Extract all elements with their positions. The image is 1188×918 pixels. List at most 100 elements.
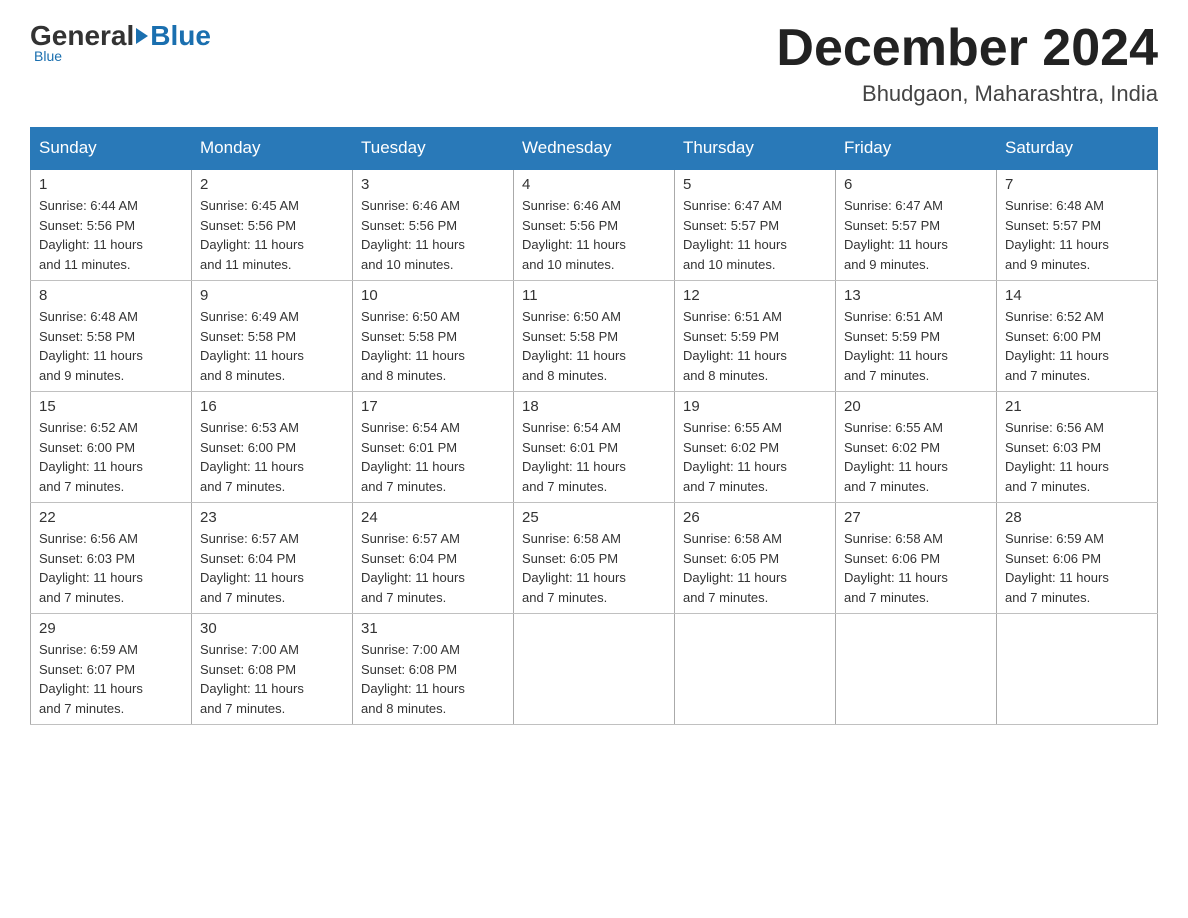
day-info: Sunrise: 6:47 AMSunset: 5:57 PMDaylight:… [683,196,827,274]
calendar-cell: 19Sunrise: 6:55 AMSunset: 6:02 PMDayligh… [675,392,836,503]
header-tuesday: Tuesday [353,128,514,170]
day-number: 12 [683,287,827,304]
calendar-cell: 7 Sunrise: 6:48 AMSunset: 5:57 PMDaylight… [997,169,1158,281]
title-block: December 2024 Bhudgaon, Maharashtra, Ind… [776,20,1158,107]
day-info: Sunrise: 6:46 AMSunset: 5:56 PMDaylight:… [361,196,505,274]
header-thursday: Thursday [675,128,836,170]
day-number: 30 [200,620,344,637]
day-info: Sunrise: 6:59 AMSunset: 6:06 PMDaylight:… [1005,529,1149,607]
header-sunday: Sunday [31,128,192,170]
calendar-cell: 23Sunrise: 6:57 AMSunset: 6:04 PMDayligh… [192,503,353,614]
calendar-table: SundayMondayTuesdayWednesdayThursdayFrid… [30,127,1158,725]
calendar-cell: 13 Sunrise: 6:51 AMSunset: 5:59 PMDayligh… [836,281,997,392]
day-info: Sunrise: 6:52 AMSunset: 6:00 PMDaylight:… [1005,307,1149,385]
logo-arrow-icon [136,28,148,44]
day-number: 10 [361,287,505,304]
calendar-cell: 2Sunrise: 6:45 AMSunset: 5:56 PMDaylight… [192,169,353,281]
calendar-header-row: SundayMondayTuesdayWednesdayThursdayFrid… [31,128,1158,170]
calendar-cell: 15 Sunrise: 6:52 AMSunset: 6:00 PMDayligh… [31,392,192,503]
day-info: Sunrise: 6:51 AMSunset: 5:59 PMDaylight:… [683,307,827,385]
day-info: Sunrise: 6:50 AMSunset: 5:58 PMDaylight:… [361,307,505,385]
logo: General Blue Blue [30,20,211,64]
day-info: Sunrise: 6:59 AMSunset: 6:07 PMDaylight:… [39,640,183,718]
calendar-cell: 14 Sunrise: 6:52 AMSunset: 6:00 PMDayligh… [997,281,1158,392]
calendar-cell [836,614,997,725]
day-info: Sunrise: 6:52 AMSunset: 6:00 PMDaylight:… [39,418,183,496]
day-number: 28 [1005,509,1149,526]
calendar-cell: 21 Sunrise: 6:56 AMSunset: 6:03 PMDayligh… [997,392,1158,503]
day-info: Sunrise: 6:51 AMSunset: 5:59 PMDaylight:… [844,307,988,385]
day-number: 4 [522,176,666,193]
calendar-cell [675,614,836,725]
calendar-cell: 8Sunrise: 6:48 AMSunset: 5:58 PMDaylight… [31,281,192,392]
day-number: 6 [844,176,988,193]
calendar-cell: 12 Sunrise: 6:51 AMSunset: 5:59 PMDayligh… [675,281,836,392]
day-number: 29 [39,620,183,637]
day-info: Sunrise: 6:53 AMSunset: 6:00 PMDaylight:… [200,418,344,496]
calendar-cell: 4Sunrise: 6:46 AMSunset: 5:56 PMDaylight… [514,169,675,281]
day-info: Sunrise: 7:00 AMSunset: 6:08 PMDaylight:… [200,640,344,718]
day-info: Sunrise: 6:58 AMSunset: 6:06 PMDaylight:… [844,529,988,607]
calendar-cell: 24Sunrise: 6:57 AMSunset: 6:04 PMDayligh… [353,503,514,614]
day-number: 11 [522,287,666,304]
calendar-cell: 16Sunrise: 6:53 AMSunset: 6:00 PMDayligh… [192,392,353,503]
day-info: Sunrise: 6:55 AMSunset: 6:02 PMDaylight:… [844,418,988,496]
day-number: 13 [844,287,988,304]
header-friday: Friday [836,128,997,170]
day-number: 31 [361,620,505,637]
day-info: Sunrise: 6:56 AMSunset: 6:03 PMDaylight:… [1005,418,1149,496]
day-number: 14 [1005,287,1149,304]
day-info: Sunrise: 6:44 AMSunset: 5:56 PMDaylight:… [39,196,183,274]
day-info: Sunrise: 6:56 AMSunset: 6:03 PMDaylight:… [39,529,183,607]
day-number: 22 [39,509,183,526]
day-number: 7 [1005,176,1149,193]
calendar-cell: 3 Sunrise: 6:46 AMSunset: 5:56 PMDaylight… [353,169,514,281]
calendar-cell: 5Sunrise: 6:47 AMSunset: 5:57 PMDaylight… [675,169,836,281]
calendar-week-2: 8Sunrise: 6:48 AMSunset: 5:58 PMDaylight… [31,281,1158,392]
day-number: 3 [361,176,505,193]
day-number: 23 [200,509,344,526]
header-saturday: Saturday [997,128,1158,170]
calendar-cell: 26Sunrise: 6:58 AMSunset: 6:05 PMDayligh… [675,503,836,614]
day-number: 25 [522,509,666,526]
day-number: 18 [522,398,666,415]
day-number: 20 [844,398,988,415]
calendar-cell: 1 Sunrise: 6:44 AMSunset: 5:56 PMDaylight… [31,169,192,281]
calendar-cell: 28 Sunrise: 6:59 AMSunset: 6:06 PMDayligh… [997,503,1158,614]
day-info: Sunrise: 6:49 AMSunset: 5:58 PMDaylight:… [200,307,344,385]
day-info: Sunrise: 6:50 AMSunset: 5:58 PMDaylight:… [522,307,666,385]
day-number: 17 [361,398,505,415]
calendar-cell [997,614,1158,725]
calendar-cell: 27Sunrise: 6:58 AMSunset: 6:06 PMDayligh… [836,503,997,614]
logo-blue-text: Blue [150,20,211,52]
calendar-cell: 11 Sunrise: 6:50 AMSunset: 5:58 PMDayligh… [514,281,675,392]
calendar-cell: 20 Sunrise: 6:55 AMSunset: 6:02 PMDayligh… [836,392,997,503]
calendar-cell: 22 Sunrise: 6:56 AMSunset: 6:03 PMDayligh… [31,503,192,614]
calendar-cell: 25 Sunrise: 6:58 AMSunset: 6:05 PMDayligh… [514,503,675,614]
calendar-cell: 30 Sunrise: 7:00 AMSunset: 6:08 PMDayligh… [192,614,353,725]
day-info: Sunrise: 6:48 AMSunset: 5:57 PMDaylight:… [1005,196,1149,274]
calendar-cell: 17Sunrise: 6:54 AMSunset: 6:01 PMDayligh… [353,392,514,503]
calendar-week-5: 29 Sunrise: 6:59 AMSunset: 6:07 PMDayligh… [31,614,1158,725]
month-year-title: December 2024 [776,20,1158,77]
calendar-cell [514,614,675,725]
day-info: Sunrise: 6:48 AMSunset: 5:58 PMDaylight:… [39,307,183,385]
calendar-week-1: 1 Sunrise: 6:44 AMSunset: 5:56 PMDaylight… [31,169,1158,281]
calendar-cell: 9Sunrise: 6:49 AMSunset: 5:58 PMDaylight… [192,281,353,392]
day-number: 21 [1005,398,1149,415]
day-number: 1 [39,176,183,193]
day-info: Sunrise: 6:58 AMSunset: 6:05 PMDaylight:… [522,529,666,607]
location-subtitle: Bhudgaon, Maharashtra, India [776,81,1158,107]
day-number: 19 [683,398,827,415]
header-wednesday: Wednesday [514,128,675,170]
calendar-cell: 10 Sunrise: 6:50 AMSunset: 5:58 PMDayligh… [353,281,514,392]
day-info: Sunrise: 6:47 AMSunset: 5:57 PMDaylight:… [844,196,988,274]
page-header: General Blue Blue December 2024 Bhudgaon… [30,20,1158,107]
calendar-week-4: 22 Sunrise: 6:56 AMSunset: 6:03 PMDayligh… [31,503,1158,614]
calendar-week-3: 15 Sunrise: 6:52 AMSunset: 6:00 PMDayligh… [31,392,1158,503]
day-info: Sunrise: 6:45 AMSunset: 5:56 PMDaylight:… [200,196,344,274]
calendar-cell: 6 Sunrise: 6:47 AMSunset: 5:57 PMDaylight… [836,169,997,281]
day-number: 15 [39,398,183,415]
logo-subtitle: Blue [30,48,62,64]
day-info: Sunrise: 6:54 AMSunset: 6:01 PMDaylight:… [522,418,666,496]
